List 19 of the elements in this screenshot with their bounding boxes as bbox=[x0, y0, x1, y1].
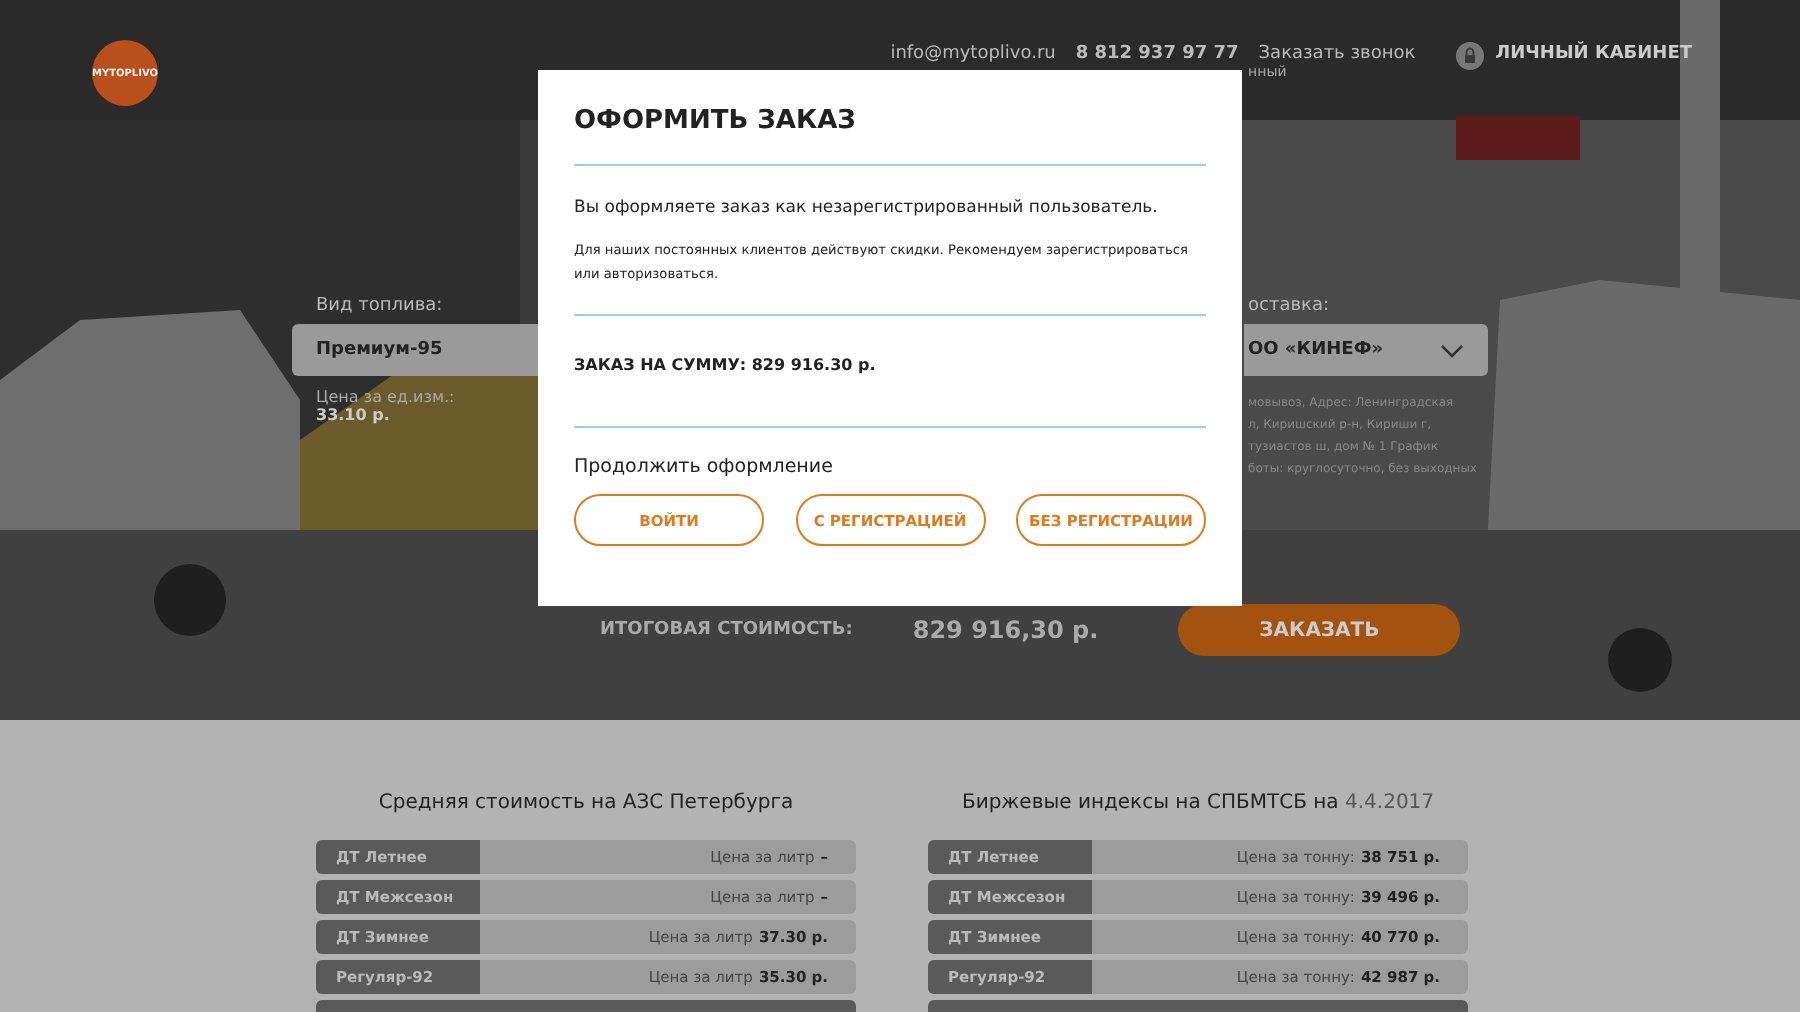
continue-label: Продолжить оформление bbox=[574, 456, 835, 478]
email-link[interactable]: info@mytoplivo.ru bbox=[890, 44, 1056, 64]
phone-number: 8 812 937 97 77 bbox=[1075, 44, 1239, 64]
fuel-label: Вид топлива: bbox=[316, 296, 445, 316]
unit-price: 33.10 р. bbox=[316, 406, 392, 424]
order-button[interactable]: ЗАКАЗАТЬ bbox=[1178, 604, 1461, 656]
delivery-label: оставка: bbox=[1248, 296, 1331, 316]
table-title: Средняя стоимость на АЗС Петербурга bbox=[376, 792, 796, 814]
account-link[interactable]: ЛИЧНЫЙ КАБИНЕТ bbox=[1495, 44, 1692, 64]
lock-icon bbox=[1455, 42, 1484, 70]
table-title: Биржевые индексы на СПБМТСБ на 4.4.2017 bbox=[959, 792, 1437, 814]
unit-price-label: Цена за ед.изм.: bbox=[316, 388, 457, 406]
dialog-message: Вы оформляете заказ как незарегистрированный пользователь. bbox=[574, 198, 1160, 218]
callback-link[interactable]: Заказать звонок bbox=[1258, 44, 1416, 64]
total-label: ИТОГОВАЯ СТОИМОСТЬ: bbox=[600, 620, 853, 640]
chevron-down-icon bbox=[1440, 343, 1464, 357]
dialog-title: ОФОРМИТЬ ЗАКАЗ bbox=[574, 106, 858, 136]
total-value: 829 916,30 р. bbox=[912, 616, 1099, 644]
delivery-select[interactable]: ОО «КИНЕФ» bbox=[1244, 324, 1488, 376]
